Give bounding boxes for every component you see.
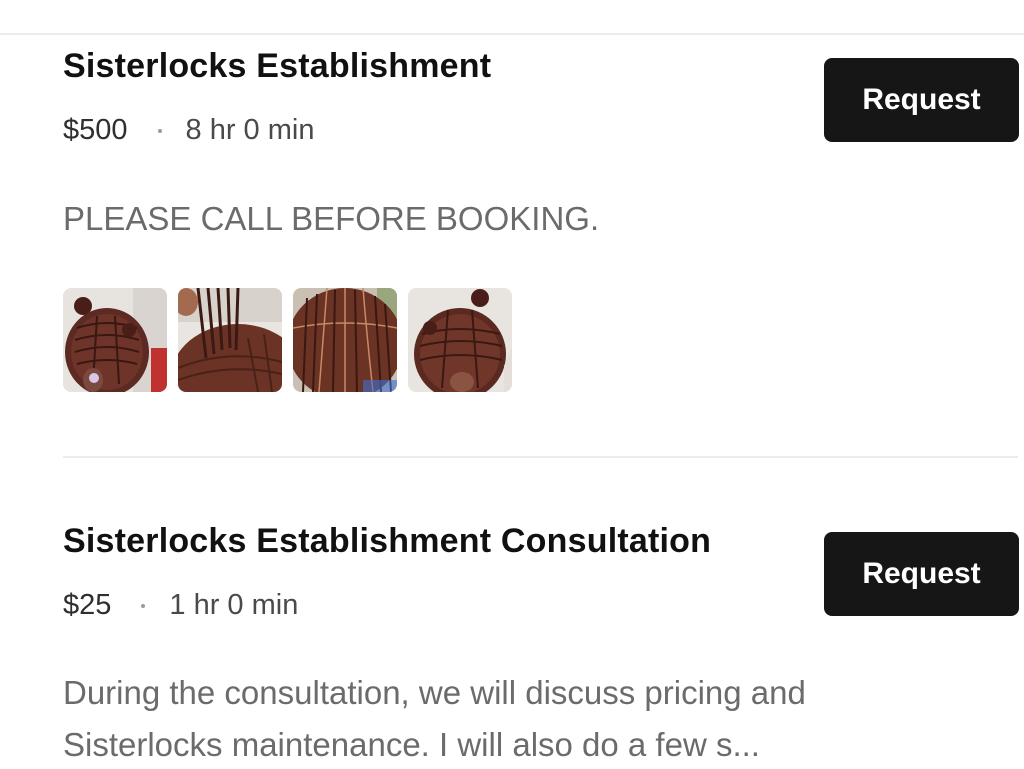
hair-photo-thumbnail-4[interactable] [408, 288, 512, 392]
hair-photo-2 [178, 288, 282, 392]
top-divider [0, 33, 1024, 35]
service-description: During the consultation, we will discuss… [63, 667, 943, 769]
service-meta: $500 8 hr 0 min [63, 114, 314, 147]
hair-photo-3 [293, 288, 397, 392]
service-title: Sisterlocks Establishment [63, 47, 492, 85]
service-price: $25 [63, 589, 112, 621]
service-duration: 1 hr 0 min [169, 589, 299, 621]
description-line: Sisterlocks maintenance. I will also do … [63, 726, 760, 763]
request-button[interactable]: Request [824, 58, 1019, 142]
hair-photo-thumbnail-2[interactable] [178, 288, 282, 392]
service-title: Sisterlocks Establishment Consultation [63, 522, 712, 560]
services-page: Sisterlocks Establishment $500 8 hr 0 mi… [0, 0, 1024, 769]
separator-dot [157, 128, 162, 133]
section-divider [63, 456, 1018, 458]
hair-photo-thumbnail-3[interactable] [293, 288, 397, 392]
hair-photo-1 [63, 288, 167, 392]
photo-gallery [63, 288, 512, 392]
service-meta: $25 1 hr 0 min [63, 589, 298, 622]
description-line: During the consultation, we will discuss… [63, 674, 806, 711]
hair-photo-4 [408, 288, 512, 392]
separator-dot [141, 603, 146, 608]
service-description: PLEASE CALL BEFORE BOOKING. [63, 200, 600, 237]
request-button[interactable]: Request [824, 532, 1019, 616]
hair-photo-thumbnail-1[interactable] [63, 288, 167, 392]
service-duration: 8 hr 0 min [185, 114, 315, 146]
service-price: $500 [63, 114, 128, 146]
